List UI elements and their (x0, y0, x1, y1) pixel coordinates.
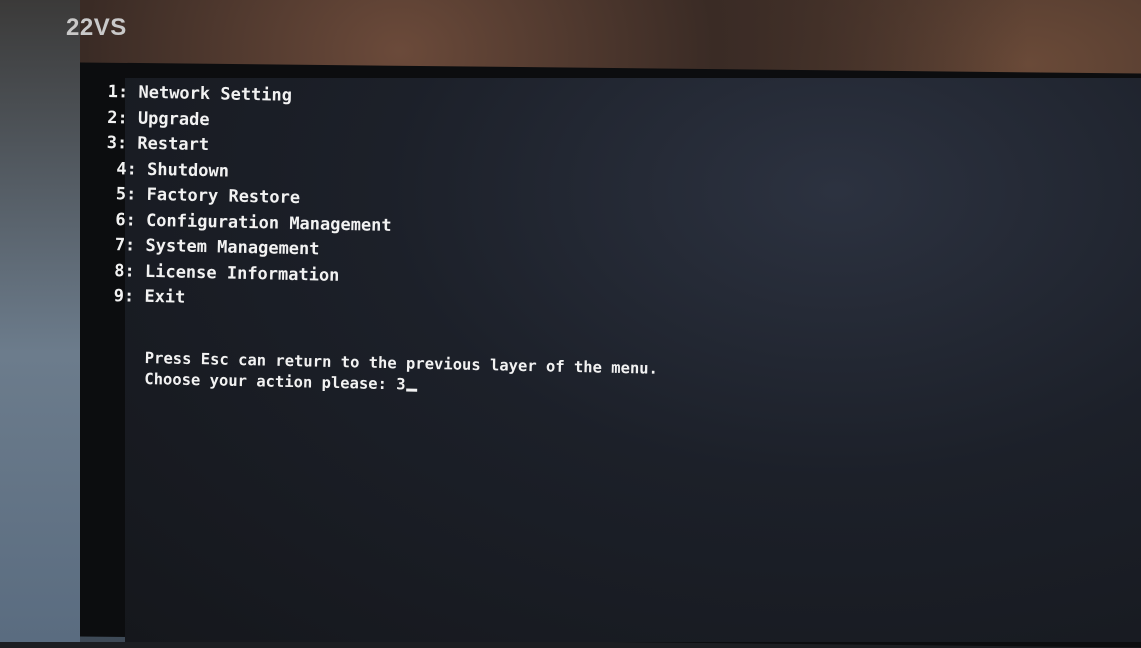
menu-item-number: 5 (115, 184, 127, 205)
menu-item-number: 6 (115, 209, 126, 230)
menu-item-number: 4 (116, 158, 127, 179)
prompt-label: Choose your action please: (144, 369, 397, 394)
menu-item-number: 8 (114, 260, 125, 281)
menu-item-label: Factory Restore (146, 184, 301, 209)
text-cursor (406, 388, 418, 392)
menu-item-label: Configuration Management (145, 210, 392, 236)
menu-item-number: 3 (106, 132, 118, 154)
menu-item-label: Upgrade (137, 108, 210, 130)
main-menu: 1: Network Setting 2: Upgrade 3: Restart… (103, 80, 394, 315)
menu-item-label: License Information (144, 261, 340, 286)
desk-surface (0, 0, 80, 642)
monitor-brand-label: 22VS (66, 14, 127, 41)
menu-item-label: Exit (144, 286, 186, 308)
menu-item-number: 7 (114, 235, 126, 256)
menu-item-label: Restart (137, 133, 210, 156)
menu-item-label: Network Setting (138, 82, 293, 106)
menu-item-number: 2 (107, 107, 118, 128)
menu-item-number: 9 (113, 286, 125, 307)
menu-item-number: 1 (107, 81, 119, 103)
menu-item-label: Shutdown (146, 159, 230, 182)
menu-item-label: System Management (145, 235, 320, 260)
action-input[interactable]: 3 (396, 375, 406, 393)
